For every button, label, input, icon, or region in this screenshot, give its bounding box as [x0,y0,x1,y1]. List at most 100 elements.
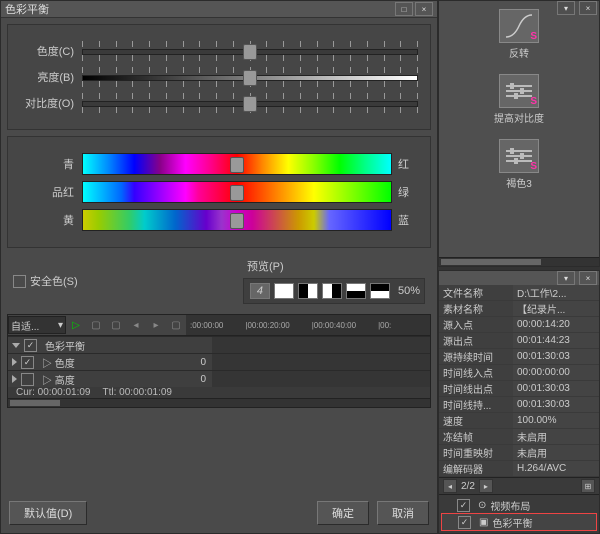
property-row: 编解码器 H.264/AVC [439,461,599,477]
tl-btn-3[interactable]: ◂ [128,317,144,333]
property-value: D:\工作\2... [513,285,599,300]
preview-mode-6[interactable] [370,283,390,299]
titlebar: 色彩平衡 □ × [1,1,437,18]
property-key: 编解码器 [439,461,513,476]
property-key: 时间线出点 [439,381,513,396]
slider-0[interactable] [82,41,418,61]
tl-btn-5[interactable]: ▢ [168,317,184,333]
cur-time: Cur: 00:00:01:09 [16,387,91,398]
expand-icon[interactable] [12,343,20,348]
property-value: 【纪录片... [513,301,599,316]
effect-label: 反转 [509,45,529,60]
timeline-row[interactable]: ▷ 高度 0 [8,370,430,387]
row-checkbox[interactable]: ✓ [21,356,34,369]
expand-icon[interactable] [12,358,17,366]
layer-label: 色彩平衡 [492,515,532,530]
fx-close-button[interactable]: × [579,1,597,15]
fx-min-button[interactable]: ▾ [557,1,575,15]
property-row: 文件名称 D:\工作\2... [439,285,599,301]
effect-item[interactable]: S 反转 [447,9,591,60]
property-row: 源入点 00:00:14:20 [439,317,599,333]
page-prev[interactable]: ◂ [443,479,457,493]
effect-badge-icon: S [530,161,537,172]
slider-label: 对比度(O) [20,95,82,111]
property-key: 速度 [439,413,513,428]
color-slider-1[interactable] [82,181,392,203]
effect-item[interactable]: S 褐色3 [447,139,591,190]
close-button[interactable]: × [415,2,433,16]
preview-mode-1[interactable]: 4 [250,283,270,299]
property-value: 00:01:44:23 [513,333,599,348]
timeline: 自适...▾ ▷ ▢ ▢ ◂ ▸ ▢ :00:00:00|00:00:20:00… [7,314,431,408]
layer-checkbox[interactable]: ✓ [457,499,470,512]
slider-label: 色度(C) [20,43,82,59]
preview-mode-3[interactable] [298,283,318,299]
property-value: 00:01:30:03 [513,349,599,364]
preview-mode-2[interactable] [274,283,294,299]
effect-badge-icon: S [530,96,537,107]
property-row: 时间线出点 00:01:30:03 [439,381,599,397]
help-button[interactable]: □ [395,2,413,16]
layer-checkbox[interactable]: ✓ [458,516,471,529]
effect-label: 提高对比度 [494,110,544,125]
row-label: ▷ 高度 [42,372,75,387]
tl-btn-2[interactable]: ▢ [108,317,124,333]
row-label: ▷ 色度 [42,355,75,370]
preview-buttons: 4 50% [243,278,425,304]
ok-button[interactable]: 确定 [317,501,369,525]
safe-color-checkbox[interactable] [13,275,26,288]
timeline-ruler[interactable]: :00:00:00|00:00:20:00|00:00:40:00|00: [186,315,430,335]
props-min-button[interactable]: ▾ [557,271,575,285]
props-close-button[interactable]: × [579,271,597,285]
preview-percent: 50% [398,285,420,297]
expand-icon[interactable] [12,375,17,383]
timeline-row[interactable]: ✓ ▷ 色度 0 [8,353,430,370]
timeline-mode-select[interactable]: 自适...▾ [8,316,66,334]
color-slider-2[interactable] [82,209,392,231]
play-button[interactable]: ▷ [68,317,84,333]
effect-item[interactable]: S 提高对比度 [447,74,591,125]
tl-btn-4[interactable]: ▸ [148,317,164,333]
color-right-label: 蓝 [392,212,418,228]
fx-hscroll[interactable] [439,257,599,266]
property-value: 未启用 [513,445,599,460]
ttl-time: Ttl: 00:00:01:09 [103,387,173,398]
property-key: 源入点 [439,317,513,332]
property-key: 文件名称 [439,285,513,300]
layer-row[interactable]: ✓ ▣ 色彩平衡 [441,513,597,531]
property-value: H.264/AVC [513,461,599,476]
row-checkbox[interactable] [21,373,34,386]
row-value: 0 [200,374,206,385]
color-balance-dialog: 色彩平衡 □ × 色度(C) 亮度(B) 对比度(O) 青 红品红 绿黄 蓝 安… [0,0,438,534]
pager-extra[interactable]: ⊞ [581,479,595,493]
page-next[interactable]: ▸ [479,479,493,493]
timeline-row[interactable]: ✓ 色彩平衡 [8,336,430,353]
safe-color-label: 安全色(S) [30,273,78,289]
property-value: 00:00:14:20 [513,317,599,332]
cancel-button[interactable]: 取消 [377,501,429,525]
color-left-label: 品红 [20,184,82,200]
preview-mode-5[interactable] [346,283,366,299]
layer-icon: ▣ [479,517,488,528]
timeline-hscroll[interactable] [8,398,430,407]
row-checkbox[interactable]: ✓ [24,339,37,352]
property-key: 时间重映射 [439,445,513,460]
property-key: 时间线入点 [439,365,513,380]
default-button[interactable]: 默认值(D) [9,501,87,525]
property-row: 素材名称 【纪录片... [439,301,599,317]
slider-2[interactable] [82,93,418,113]
effect-label: 褐色3 [506,175,532,190]
slider-1[interactable] [82,67,418,87]
property-key: 冻结帧 [439,429,513,444]
tl-btn-1[interactable]: ▢ [88,317,104,333]
layer-row[interactable]: ✓ ⊙ 视频布局 [441,497,597,513]
property-row: 源持续时间 00:01:30:03 [439,349,599,365]
color-right-label: 红 [392,156,418,172]
effect-badge-icon: S [530,31,537,42]
row-label: 色彩平衡 [45,338,85,353]
preview-mode-4[interactable] [322,283,342,299]
color-slider-0[interactable] [82,153,392,175]
property-row: 冻结帧 未启用 [439,429,599,445]
property-row: 源出点 00:01:44:23 [439,333,599,349]
property-value: 00:01:30:03 [513,397,599,412]
